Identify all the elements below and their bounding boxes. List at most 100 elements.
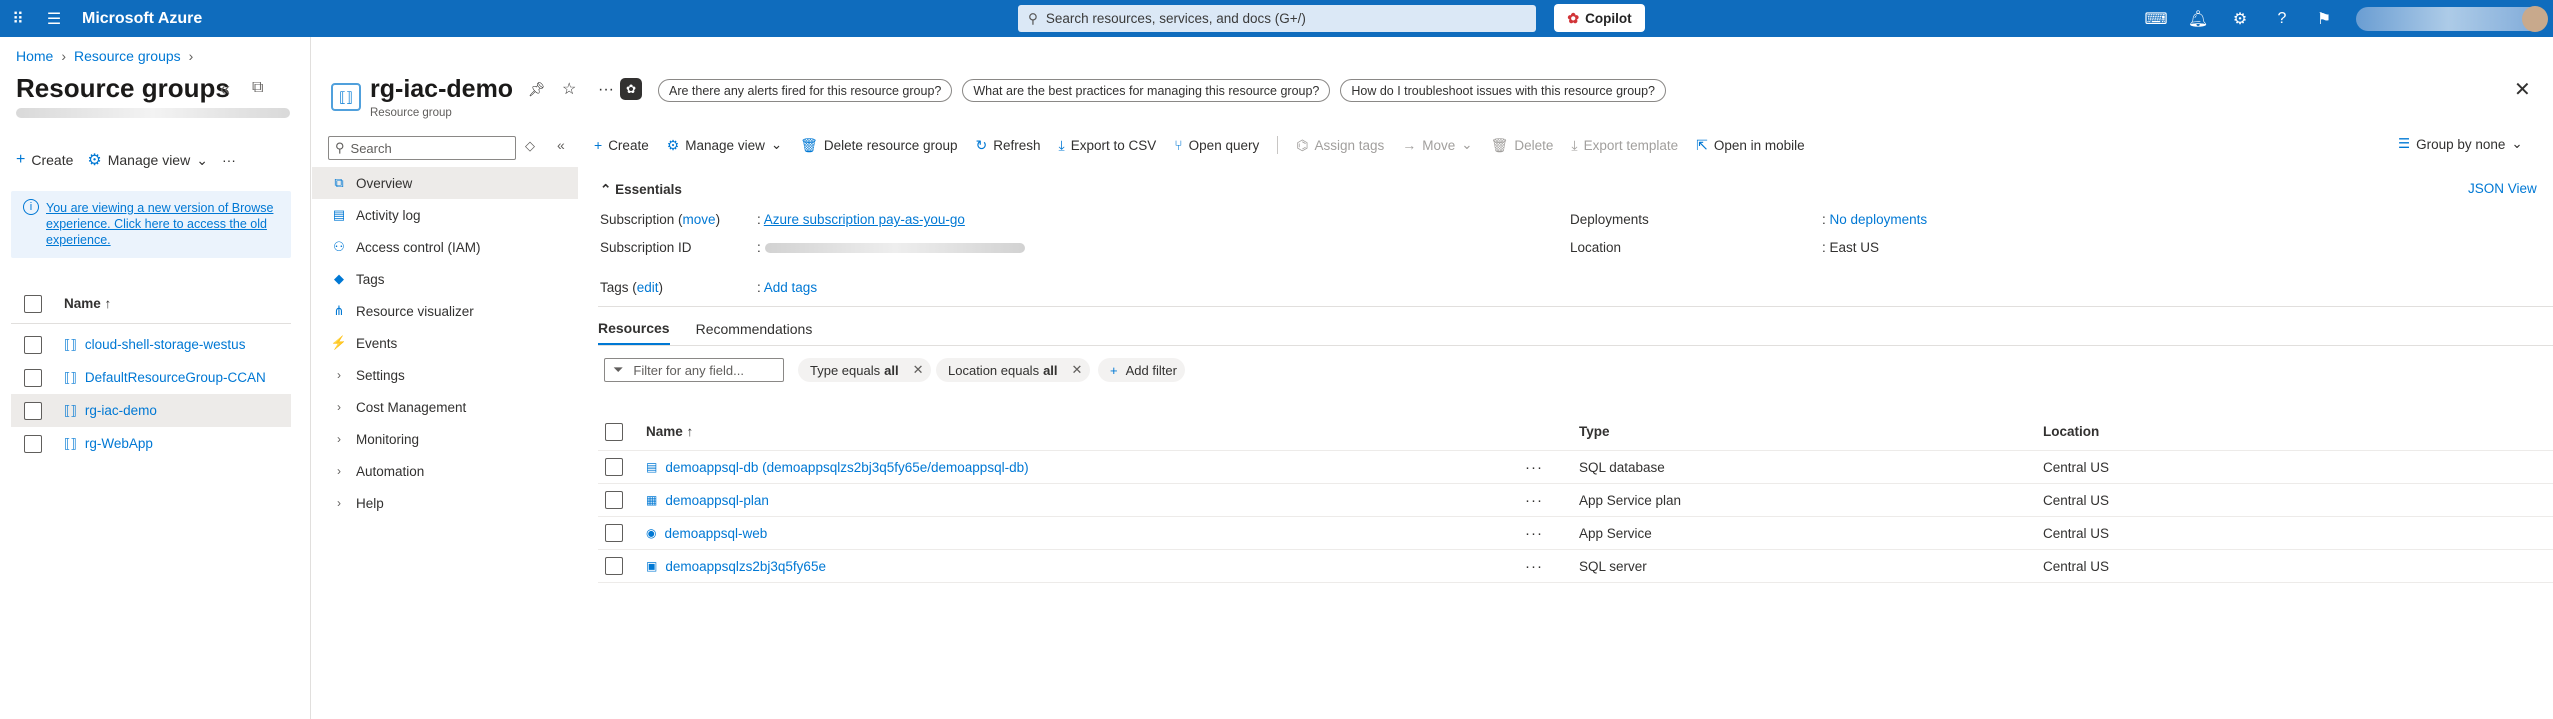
global-search-input[interactable]: ⚲ Search resources, services, and docs (… <box>1018 5 1536 32</box>
select-all-checkbox[interactable] <box>605 422 623 441</box>
close-icon[interactable]: ✕ <box>1072 362 1083 378</box>
json-view-link[interactable]: JSON View <box>2468 181 2537 196</box>
close-icon[interactable]: ✕ <box>913 362 924 378</box>
cloud-shell-icon[interactable]: ⌨ <box>2135 0 2177 37</box>
menu-item[interactable]: › Monitoring <box>312 423 578 455</box>
menu-item[interactable]: ▤ Activity log <box>312 199 578 231</box>
breadcrumb-home[interactable]: Home <box>16 48 53 64</box>
group-by-dropdown[interactable]: ☰ Group by none ⌄ <box>2398 136 2523 152</box>
tab-recommendations[interactable]: Recommendations <box>696 313 813 345</box>
brand-title[interactable]: Microsoft Azure <box>82 10 202 28</box>
collapse-pane-icon[interactable]: « <box>220 79 230 100</box>
menu-item[interactable]: › Settings <box>312 359 578 391</box>
pin-icon[interactable]: 📌︎ <box>528 81 546 98</box>
more-icon[interactable]: ··· <box>1525 492 1543 509</box>
row-checkbox[interactable] <box>24 368 42 387</box>
suggestion-chip[interactable]: How do I troubleshoot issues with this r… <box>1340 79 1667 102</box>
more-commands-button[interactable]: ··· <box>222 152 236 168</box>
list-item[interactable]: ⟦⟧ rg-iac-demo <box>11 394 291 427</box>
select-all-checkbox[interactable] <box>24 294 42 313</box>
resource-group-link[interactable]: rg-WebApp <box>85 436 153 451</box>
menu-item[interactable]: ⧉ Overview <box>312 167 578 199</box>
more-icon[interactable]: ··· <box>1525 459 1543 476</box>
row-checkbox[interactable] <box>24 434 42 453</box>
more-icon[interactable]: ··· <box>598 81 614 99</box>
menu-item[interactable]: › Cost Management <box>312 391 578 423</box>
tab-resources[interactable]: Resources <box>598 313 670 345</box>
help-icon[interactable]: ? <box>2261 0 2303 37</box>
more-icon[interactable]: ··· <box>1525 525 1543 542</box>
export-template-button[interactable]: ⤓ Export template <box>1571 137 1678 154</box>
star-icon[interactable]: ☆ <box>562 79 576 99</box>
feedback-icon[interactable]: ⚑ <box>2303 0 2345 37</box>
resource-link[interactable]: demoappsqlzs2bj3q5fy65e <box>665 559 826 574</box>
suggestion-chip[interactable]: Are there any alerts fired for this reso… <box>658 79 953 102</box>
move-subscription-link[interactable]: move <box>683 212 716 227</box>
resource-link[interactable]: demoappsql-plan <box>665 493 769 508</box>
delete-resource-group-button[interactable]: 🗑︎ Delete resource group <box>800 137 957 154</box>
apps-grid-icon[interactable]: ⠿ <box>0 0 36 37</box>
filter-input[interactable]: ⏷ Filter for any field... <box>604 358 784 382</box>
menu-search-input[interactable]: ⚲ Search <box>328 136 516 160</box>
table-row[interactable]: ▤ demoappsql-db (demoappsqlzs2bj3q5fy65e/… <box>598 451 2553 484</box>
close-icon[interactable]: ✕ <box>2514 77 2531 102</box>
open-mobile-button[interactable]: ⇱ Open in mobile <box>1696 137 1805 154</box>
menu-item[interactable]: › Automation <box>312 455 578 487</box>
open-query-button[interactable]: ⑂ Open query <box>1174 137 1259 153</box>
location-filter-pill[interactable]: Location equals all ✕ <box>936 358 1091 382</box>
name-column-header[interactable]: Name ↑ <box>646 424 693 439</box>
breadcrumb-resource-groups[interactable]: Resource groups <box>74 48 181 64</box>
row-checkbox[interactable] <box>24 335 42 354</box>
menu-item[interactable]: ⚇ Access control (IAM) <box>312 231 578 263</box>
list-item[interactable]: ⟦⟧ DefaultResourceGroup-CCAN <box>11 361 291 394</box>
row-checkbox[interactable] <box>605 557 623 575</box>
row-checkbox[interactable] <box>24 401 42 420</box>
manage-view-button[interactable]: ⚙ Manage view ⌄ <box>87 150 208 170</box>
manage-view-button[interactable]: ⚙ Manage view ⌄ <box>667 137 782 154</box>
gear-icon[interactable]: ⚙ <box>2219 0 2261 37</box>
resource-group-link[interactable]: DefaultResourceGroup-CCAN <box>85 370 266 385</box>
location-column-header[interactable]: Location <box>2043 424 2099 439</box>
row-checkbox[interactable] <box>605 491 623 509</box>
refresh-button[interactable]: ↻ Refresh <box>976 137 1041 154</box>
old-experience-link[interactable]: You are viewing a new version of Browse … <box>46 200 286 248</box>
type-filter-pill[interactable]: Type equals all ✕ <box>798 358 932 382</box>
suggestion-chip[interactable]: What are the best practices for managing… <box>962 79 1331 102</box>
type-column-header[interactable]: Type <box>1579 424 1610 439</box>
edit-tags-link[interactable]: edit <box>637 280 659 295</box>
list-item[interactable]: ⟦⟧ rg-WebApp <box>11 427 291 460</box>
collapse-menu-icon[interactable]: « <box>557 137 565 153</box>
menu-item[interactable]: › Help <box>312 487 578 519</box>
table-row[interactable]: ▣ demoappsqlzs2bj3q5fy65e ··· SQL server Cen… <box>598 550 2553 583</box>
table-row[interactable]: ▦ demoappsql-plan ··· App Service plan Centr… <box>598 484 2553 517</box>
row-checkbox[interactable] <box>605 524 623 542</box>
create-rg-button[interactable]: + Create <box>16 151 73 169</box>
more-icon[interactable]: ··· <box>1525 558 1543 575</box>
menu-item[interactable]: ◆ Tags <box>312 263 578 295</box>
delete-button[interactable]: 🗑︎ Delete <box>1491 137 1554 154</box>
row-checkbox[interactable] <box>605 458 623 476</box>
assign-tags-button[interactable]: ⌬ Assign tags <box>1296 137 1384 154</box>
move-button[interactable]: → Move ⌄ <box>1402 137 1472 153</box>
add-filter-button[interactable]: + Add filter <box>1098 358 1185 382</box>
list-item[interactable]: ⟦⟧ cloud-shell-storage-westus <box>11 328 291 361</box>
menu-item[interactable]: ⚡ Events <box>312 327 578 359</box>
copilot-icon[interactable]: ✿ <box>620 78 642 100</box>
account-info[interactable] <box>2356 7 2541 31</box>
name-column-header[interactable]: Name ↑ <box>64 296 111 311</box>
hamburger-menu-icon[interactable]: ☰ <box>36 0 72 37</box>
duplicate-view-icon[interactable]: ⧉ <box>252 79 263 97</box>
add-tags-link[interactable]: Add tags <box>764 280 817 295</box>
resource-group-link[interactable]: cloud-shell-storage-westus <box>85 337 246 352</box>
menu-item[interactable]: ⋔ Resource visualizer <box>312 295 578 327</box>
essentials-toggle[interactable]: ⌃ Essentials <box>600 182 682 198</box>
create-button[interactable]: + Create <box>594 137 649 153</box>
menu-options-icon[interactable]: ◇ <box>525 138 535 154</box>
export-csv-button[interactable]: ⤓ Export to CSV <box>1059 137 1157 154</box>
table-row[interactable]: ◉ demoappsql-web ··· App Service Central US <box>598 517 2553 550</box>
subscription-link[interactable]: Azure subscription pay-as-you-go <box>764 212 965 227</box>
bell-icon[interactable]: 🔔︎ <box>2177 0 2219 37</box>
resource-group-link[interactable]: rg-iac-demo <box>85 403 157 418</box>
resource-link[interactable]: demoappsql-web <box>664 526 767 541</box>
resource-link[interactable]: demoappsql-db (demoappsqlzs2bj3q5fy65e/d… <box>665 460 1028 475</box>
